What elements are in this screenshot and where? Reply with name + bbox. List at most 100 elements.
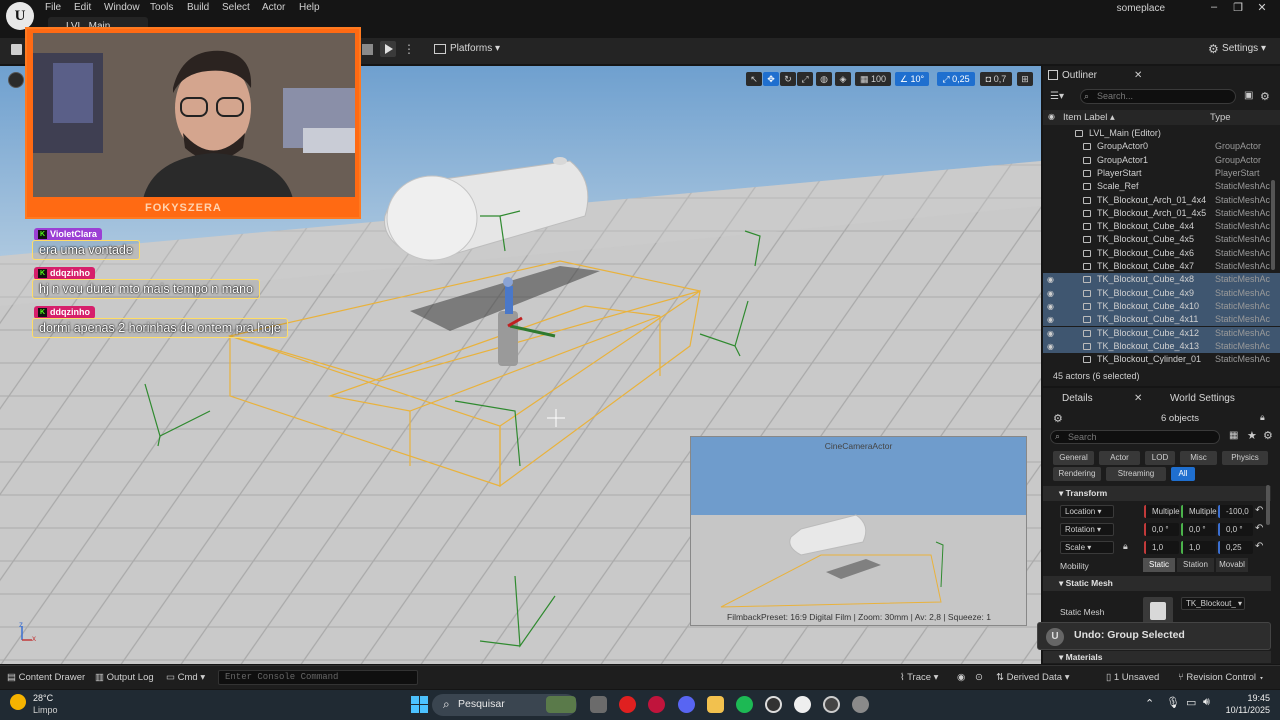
scale-dropdown[interactable]: Scale ▾ bbox=[1060, 541, 1114, 554]
derived-data-button[interactable]: ⇅ Derived Data ▾ bbox=[996, 672, 1069, 683]
lock-icon[interactable]: 🔒︎ bbox=[1260, 412, 1265, 423]
unsaved-button[interactable]: ▯ 1 Unsaved bbox=[1106, 672, 1159, 683]
menu-build[interactable]: Build bbox=[187, 2, 209, 13]
rotation-x-field[interactable]: 0,0 ° bbox=[1144, 523, 1179, 536]
content-drawer-button[interactable]: ▤ Content Drawer bbox=[7, 672, 85, 683]
filter-tab-rendering[interactable]: Rendering bbox=[1053, 467, 1101, 481]
grid-view-icon[interactable]: ▦ bbox=[1229, 430, 1238, 441]
menu-select[interactable]: Select bbox=[222, 2, 250, 13]
windows-start-icon[interactable] bbox=[411, 696, 428, 713]
outliner-scrollbar[interactable] bbox=[1271, 180, 1275, 270]
taskbar-date[interactable]: 10/11/2025 bbox=[1222, 705, 1270, 715]
filter-tab-all[interactable]: All bbox=[1171, 467, 1195, 481]
scale-lock-icon[interactable]: 🔒︎ bbox=[1123, 541, 1128, 552]
outliner-row[interactable]: GroupActor1 GroupActor bbox=[1043, 154, 1280, 167]
scale-snap-button[interactable]: ⤢ 0,25 bbox=[937, 72, 975, 86]
volume-icon[interactable]: 🔊︎ bbox=[1203, 696, 1210, 709]
world-space-icon[interactable]: ◍ bbox=[816, 72, 832, 86]
stop-icon[interactable] bbox=[362, 44, 373, 55]
visibility-eye-icon[interactable]: ◉ bbox=[1047, 287, 1054, 300]
play-icon[interactable] bbox=[380, 41, 396, 57]
outliner-row[interactable]: PlayerStart PlayerStart bbox=[1043, 167, 1280, 180]
column-type[interactable]: Type bbox=[1210, 112, 1231, 123]
outliner-row[interactable]: GroupActor0 GroupActor bbox=[1043, 140, 1280, 153]
rotation-z-field[interactable]: 0,0 ° bbox=[1218, 523, 1253, 536]
cmd-dropdown[interactable]: ▭ Cmd ▾ bbox=[166, 672, 205, 683]
chevron-up-icon[interactable]: ⌃ bbox=[1145, 697, 1154, 710]
file-explorer-icon[interactable] bbox=[707, 696, 724, 713]
materials-section-header[interactable]: ▾ Materials bbox=[1043, 651, 1271, 663]
add-folder-icon[interactable]: ▣ bbox=[1244, 90, 1253, 101]
translate-icon[interactable]: ✥ bbox=[763, 72, 779, 86]
record-icon[interactable]: ◉ bbox=[957, 672, 965, 683]
trace-button[interactable]: ⌇ Trace ▾ bbox=[900, 672, 938, 683]
visibility-eye-icon[interactable]: ◉ bbox=[1047, 273, 1054, 286]
location-z-field[interactable]: -100,0 bbox=[1218, 505, 1253, 518]
details-scrollbar[interactable] bbox=[1266, 485, 1270, 525]
location-dropdown[interactable]: Location ▾ bbox=[1060, 505, 1114, 518]
visibility-eye-icon[interactable]: ◉ bbox=[1047, 313, 1054, 326]
location-y-field[interactable]: Multiple bbox=[1181, 505, 1217, 518]
filter-tab-misc[interactable]: Misc bbox=[1180, 451, 1217, 465]
close-icon[interactable]: ✕ bbox=[1251, 1, 1273, 14]
select-mode-icon[interactable]: ↖ bbox=[746, 72, 762, 86]
obs-icon[interactable] bbox=[823, 696, 840, 713]
reset-location-icon[interactable]: ↶ bbox=[1255, 505, 1263, 516]
outliner-row[interactable]: ◉ TK_Blockout_Cube_4x11 StaticMeshAc bbox=[1043, 313, 1280, 327]
outliner-row[interactable]: Scale_Ref StaticMeshAc bbox=[1043, 180, 1280, 193]
tab-world-settings[interactable]: World Settings bbox=[1170, 393, 1235, 404]
filter-tab-lod[interactable]: LOD bbox=[1145, 451, 1175, 465]
close-outliner-icon[interactable]: ✕ bbox=[1134, 70, 1142, 81]
outliner-row[interactable]: ◉ TK_Blockout_Cube_4x10 StaticMeshAc bbox=[1043, 299, 1280, 314]
filter-tab-streaming[interactable]: Streaming bbox=[1106, 467, 1166, 481]
menu-file[interactable]: File bbox=[45, 2, 61, 13]
close-details-icon[interactable]: ✕ bbox=[1134, 393, 1142, 404]
unreal-engine-icon[interactable] bbox=[794, 696, 811, 713]
scale-icon[interactable]: ⤢ bbox=[797, 72, 813, 86]
grid-snap-button[interactable]: ▦ 100 bbox=[855, 72, 891, 86]
menu-help[interactable]: Help bbox=[299, 2, 320, 13]
opera-icon[interactable] bbox=[619, 696, 636, 713]
filter-tab-general[interactable]: General bbox=[1053, 451, 1094, 465]
visibility-eye-icon[interactable]: ◉ bbox=[1047, 340, 1054, 353]
outliner-row[interactable]: TK_Blockout_Arch_01_4x4 StaticMeshAc bbox=[1043, 194, 1280, 207]
visibility-eye-icon[interactable]: ◉ bbox=[1047, 327, 1054, 340]
outliner-row[interactable]: TK_Blockout_Cylinder_01 StaticMeshAc bbox=[1043, 353, 1280, 366]
unreal-logo-icon[interactable]: U bbox=[6, 2, 34, 30]
search-highlight-icon[interactable] bbox=[546, 696, 576, 713]
github-icon[interactable] bbox=[765, 696, 782, 713]
mobility-movable[interactable]: Movabl bbox=[1216, 558, 1248, 572]
output-log-button[interactable]: ▥ Output Log bbox=[95, 672, 154, 683]
scale-z-field[interactable]: 0,25 bbox=[1218, 541, 1253, 554]
task-view-icon[interactable] bbox=[590, 696, 607, 713]
viewport-menu-icon[interactable] bbox=[8, 72, 24, 88]
static-mesh-dropdown[interactable]: TK_Blockout_ ▾ bbox=[1181, 597, 1245, 610]
star-icon[interactable]: ★ bbox=[1247, 429, 1257, 442]
opera-gx-icon[interactable] bbox=[648, 696, 665, 713]
menu-actor[interactable]: Actor bbox=[262, 2, 285, 13]
maximize-viewport-icon[interactable]: ⊞ bbox=[1017, 72, 1033, 86]
outliner-row[interactable]: TK_Blockout_Cube_4x6 StaticMeshAc bbox=[1043, 247, 1280, 260]
more-options-icon[interactable]: ⋮ bbox=[403, 42, 415, 56]
reset-rotation-icon[interactable]: ↶ bbox=[1255, 523, 1263, 534]
surface-snap-icon[interactable]: ◈ bbox=[835, 72, 851, 86]
reset-scale-icon[interactable]: ↶ bbox=[1255, 541, 1263, 552]
weather-sun-icon[interactable] bbox=[10, 694, 26, 710]
platforms-button[interactable]: Platforms ▾ bbox=[450, 43, 500, 54]
static-mesh-thumbnail[interactable] bbox=[1143, 597, 1173, 625]
outliner-row[interactable]: TK_Blockout_Cube_4x4 StaticMeshAc bbox=[1043, 220, 1280, 233]
filter-tab-physics[interactable]: Physics bbox=[1222, 451, 1268, 465]
camera-speed-button[interactable]: ◘ 0,7 bbox=[980, 72, 1012, 86]
details-search-input[interactable]: Search bbox=[1050, 430, 1220, 444]
visibility-eye-icon[interactable]: ◉ bbox=[1047, 300, 1054, 313]
rotate-icon[interactable]: ↻ bbox=[780, 72, 796, 86]
console-input[interactable]: Enter Console Command bbox=[218, 670, 418, 685]
outliner-row[interactable]: TK_Blockout_Arch_01_4x5 StaticMeshAc bbox=[1043, 207, 1280, 220]
column-item-label[interactable]: Item Label ▴ bbox=[1063, 112, 1115, 123]
menu-window[interactable]: Window bbox=[104, 2, 140, 13]
menu-edit[interactable]: Edit bbox=[74, 2, 91, 13]
insights-icon[interactable]: ⊙ bbox=[975, 672, 983, 683]
mobility-stationary[interactable]: Station bbox=[1177, 558, 1214, 572]
tab-outliner[interactable]: Outliner bbox=[1062, 70, 1097, 81]
maximize-icon[interactable]: ❐ bbox=[1227, 1, 1249, 14]
